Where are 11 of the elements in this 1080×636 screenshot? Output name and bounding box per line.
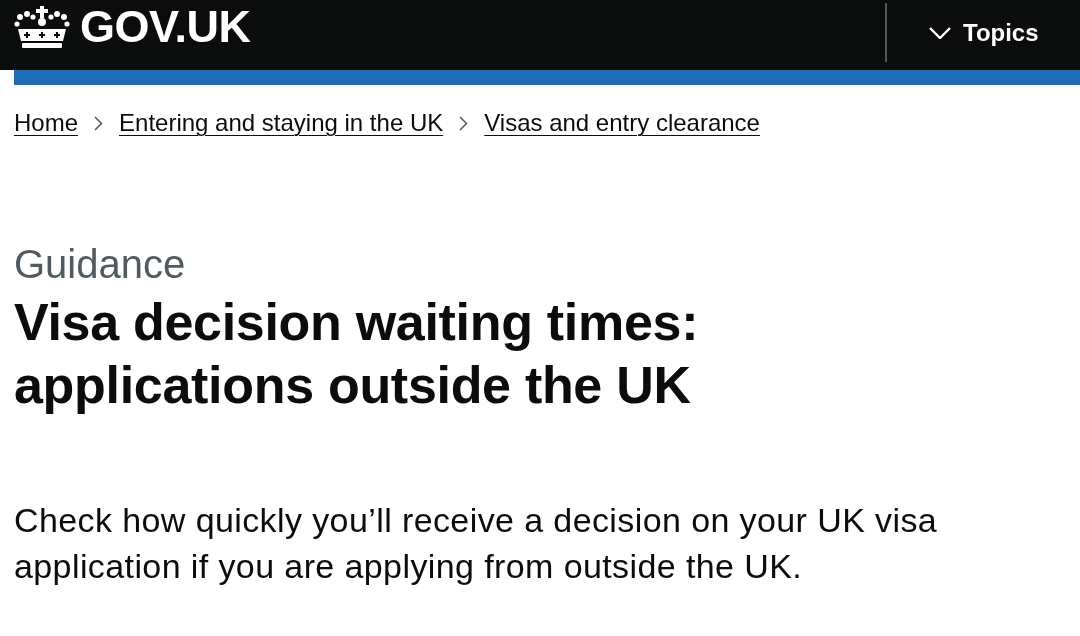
breadcrumb-link[interactable]: Home (14, 109, 79, 137)
breadcrumb-link[interactable]: Entering and staying in the UK (119, 109, 444, 137)
page-title: Visa decision waiting times: applications outside the UK (14, 292, 700, 416)
topics-button[interactable]: Topics (925, 3, 1043, 62)
crown-icon (14, 5, 70, 49)
chevron-right-icon (459, 115, 469, 131)
breadcrumb-link[interactable]: Visas and entry clearance (484, 109, 760, 137)
document-type-caption: Guidance (14, 241, 187, 287)
govuk-logo-link[interactable]: GOV.UK (14, 0, 251, 62)
page-summary: Check how quickly you’ll receive a decision on your UK visa application if you are applying from outside the UK. (14, 500, 939, 587)
chevron-right-icon (94, 115, 104, 131)
